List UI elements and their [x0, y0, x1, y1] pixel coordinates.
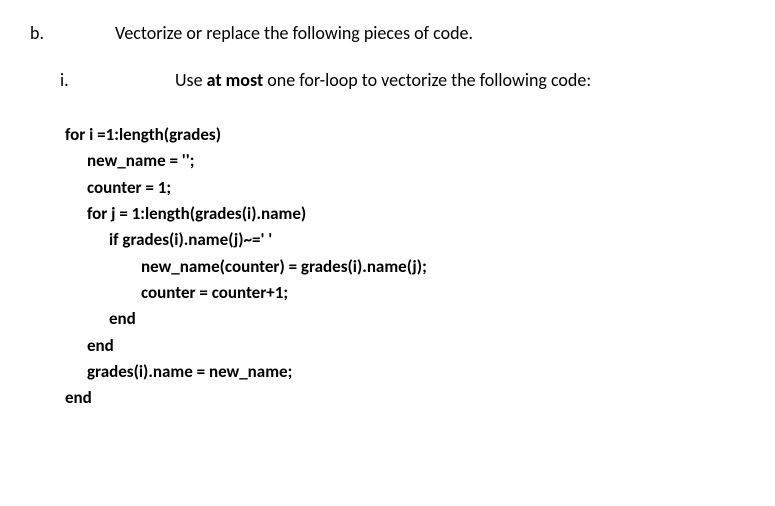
code-line: end: [65, 306, 745, 332]
code-line: new_name(counter) = grades(i).name(j);: [65, 254, 745, 280]
code-line: counter = counter+1;: [65, 280, 745, 306]
code-block: for i =1:length(grades) new_name = ''; c…: [65, 122, 745, 412]
item-i-text-after: one for-loop to vectorize the following …: [263, 69, 591, 91]
item-i-label: i.: [60, 67, 175, 94]
code-line: for j = 1:length(grades(i).name): [65, 201, 745, 227]
code-line: end: [65, 333, 745, 359]
list-item-i: i. Use at most one for-loop to vectorize…: [60, 67, 745, 94]
code-line: if grades(i).name(j)~=' ': [65, 227, 745, 253]
code-line: grades(i).name = new_name;: [65, 359, 745, 385]
item-i-text-bold: at most: [207, 69, 264, 91]
code-line: new_name = '';: [65, 148, 745, 174]
code-line: end: [65, 385, 745, 411]
item-i-text: Use at most one for-loop to vectorize th…: [175, 67, 745, 94]
list-item-b: b. Vectorize or replace the following pi…: [30, 20, 745, 47]
item-b-text: Vectorize or replace the following piece…: [115, 20, 745, 47]
item-b-label: b.: [30, 20, 115, 47]
code-line: for i =1:length(grades): [65, 122, 745, 148]
item-i-text-before: Use: [175, 69, 207, 91]
code-line: counter = 1;: [65, 175, 745, 201]
